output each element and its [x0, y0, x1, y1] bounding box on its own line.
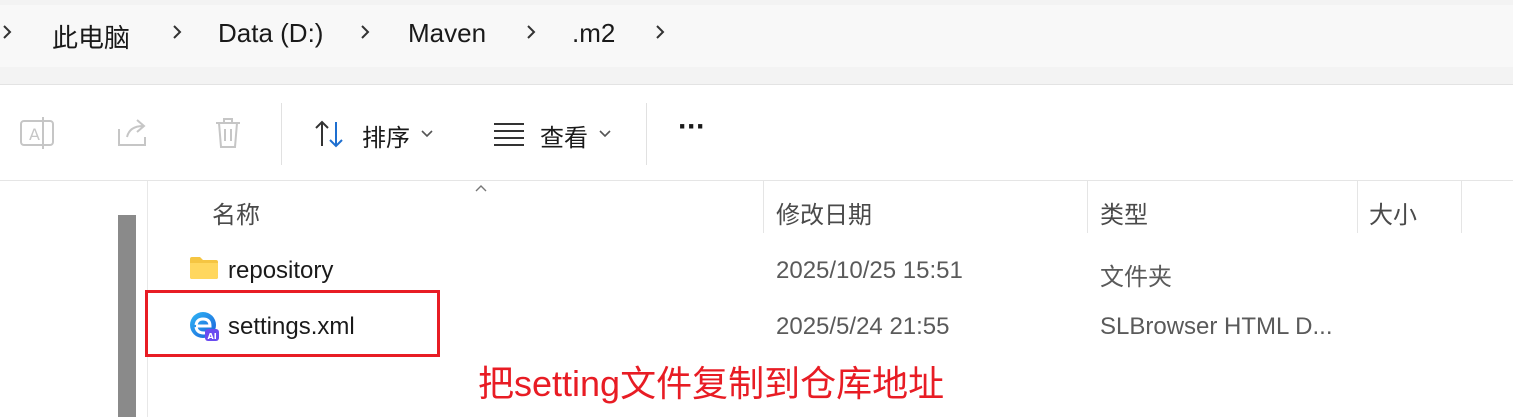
toolbar-divider	[646, 103, 647, 165]
breadcrumb-item-data-drive[interactable]: Data (D:)	[218, 18, 323, 49]
chevron-right-icon[interactable]	[358, 20, 374, 44]
chevron-right-icon[interactable]	[653, 20, 669, 44]
column-header-name[interactable]: 名称	[212, 195, 260, 230]
toolbar-divider	[281, 103, 282, 165]
sort-button[interactable]: 排序	[362, 118, 410, 153]
column-divider[interactable]	[1357, 181, 1358, 233]
view-button[interactable]: 查看	[540, 118, 588, 153]
svg-text:A: A	[29, 125, 40, 144]
column-header-modified[interactable]: 修改日期	[776, 195, 872, 230]
breadcrumb-item-maven[interactable]: Maven	[408, 18, 486, 49]
folder-icon	[189, 256, 219, 285]
column-divider[interactable]	[763, 181, 764, 233]
column-divider[interactable]	[1087, 181, 1088, 233]
view-icon[interactable]	[492, 121, 526, 147]
column-divider[interactable]	[1461, 181, 1462, 233]
breadcrumb-item-this-pc[interactable]: 此电脑	[52, 18, 130, 55]
chevron-down-icon[interactable]	[420, 126, 434, 144]
share-icon[interactable]	[113, 113, 153, 153]
breadcrumb-item-m2[interactable]: .m2	[572, 18, 615, 49]
column-header-type[interactable]: 类型	[1100, 195, 1148, 230]
highlight-box	[145, 290, 440, 357]
file-name[interactable]: repository	[228, 257, 333, 285]
chevron-right-icon[interactable]	[170, 20, 186, 44]
scrollbar-thumb[interactable]	[118, 215, 136, 417]
rename-icon[interactable]: A	[17, 113, 57, 153]
sort-ascending-icon	[474, 180, 488, 198]
file-type: 文件夹	[1100, 264, 1172, 291]
file-modified: 2025/10/25 15:51	[776, 257, 963, 284]
chevron-right-icon[interactable]	[0, 20, 16, 44]
annotation-text: 把setting文件复制到仓库地址	[478, 363, 945, 404]
file-type: SLBrowser HTML D...	[1100, 313, 1333, 340]
column-header-size[interactable]: 大小	[1369, 195, 1417, 230]
divider	[0, 180, 1513, 181]
sort-icon[interactable]	[312, 116, 348, 152]
more-options-button[interactable]: ···	[678, 110, 706, 144]
delete-icon[interactable]	[208, 113, 248, 153]
file-modified: 2025/5/24 21:55	[776, 313, 950, 340]
chevron-right-icon[interactable]	[524, 20, 540, 44]
chevron-down-icon[interactable]	[598, 126, 612, 144]
